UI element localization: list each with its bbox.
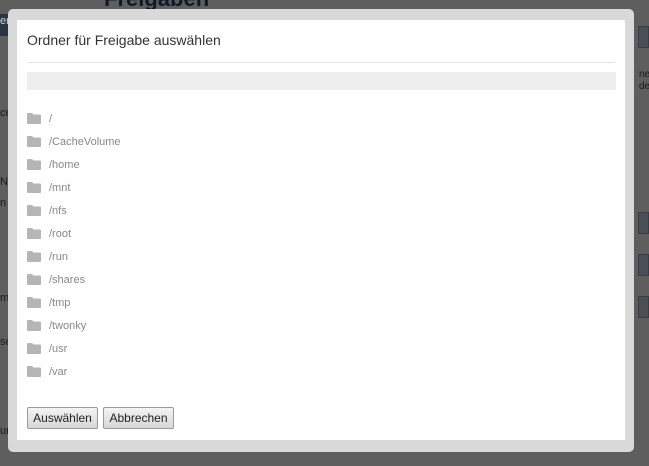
folder-item[interactable]: /shares [27, 272, 327, 295]
folder-item[interactable]: /tmp [27, 295, 327, 318]
background-button [638, 254, 649, 276]
folder-item[interactable]: /home [27, 157, 327, 180]
folder-icon [27, 203, 41, 216]
folder-item[interactable]: /CacheVolume [27, 134, 327, 157]
folder-item[interactable]: /var [27, 364, 327, 387]
folder-label: /usr [49, 343, 68, 355]
select-button[interactable]: Auswählen [27, 407, 98, 429]
folder-icon [27, 272, 41, 285]
folder-item[interactable]: /run [27, 249, 327, 272]
folder-icon [27, 249, 41, 262]
background-button [638, 26, 649, 48]
folder-icon [27, 111, 41, 124]
selected-path-bar [27, 72, 616, 90]
folder-label: /CacheVolume [49, 136, 121, 148]
folder-label: /twonky [49, 320, 87, 332]
folder-item[interactable]: /mnt [27, 180, 327, 203]
dialog-divider [27, 62, 615, 63]
folder-label: / [49, 113, 53, 125]
folder-icon [27, 364, 41, 377]
cancel-button[interactable]: Abbrechen [103, 407, 174, 429]
folder-icon [27, 295, 41, 308]
folder-list: / /CacheVolume/home/mnt/nfs/root/run/shar… [27, 111, 327, 387]
folder-icon [27, 157, 41, 170]
folder-label: /home [49, 159, 80, 171]
background-button [638, 212, 649, 234]
folder-item[interactable]: /twonky [27, 318, 327, 341]
folder-item[interactable]: /usr [27, 341, 327, 364]
folder-label: /run [49, 251, 68, 263]
background-text: n [0, 197, 7, 209]
background-text: ner [639, 69, 649, 80]
folder-label: /root [49, 228, 72, 240]
folder-label: /shares [49, 274, 86, 286]
folder-icon [27, 134, 41, 147]
folder-select-dialog: Ordner für Freigabe auswählen / /CacheVol… [17, 20, 625, 440]
folder-label: /tmp [49, 297, 71, 309]
folder-item[interactable]: /root [27, 226, 327, 249]
folder-icon [27, 226, 41, 239]
dialog-title: Ordner für Freigabe auswählen [27, 32, 221, 48]
folder-icon [27, 318, 41, 331]
folder-icon [27, 341, 41, 354]
folder-item[interactable]: /nfs [27, 203, 327, 226]
folder-item[interactable]: / [27, 111, 327, 134]
folder-icon [27, 180, 41, 193]
folder-label: /var [49, 366, 68, 378]
background-button [638, 296, 649, 318]
background-text: de [639, 81, 649, 92]
folder-label: /nfs [49, 205, 67, 217]
folder-label: /mnt [49, 182, 71, 194]
